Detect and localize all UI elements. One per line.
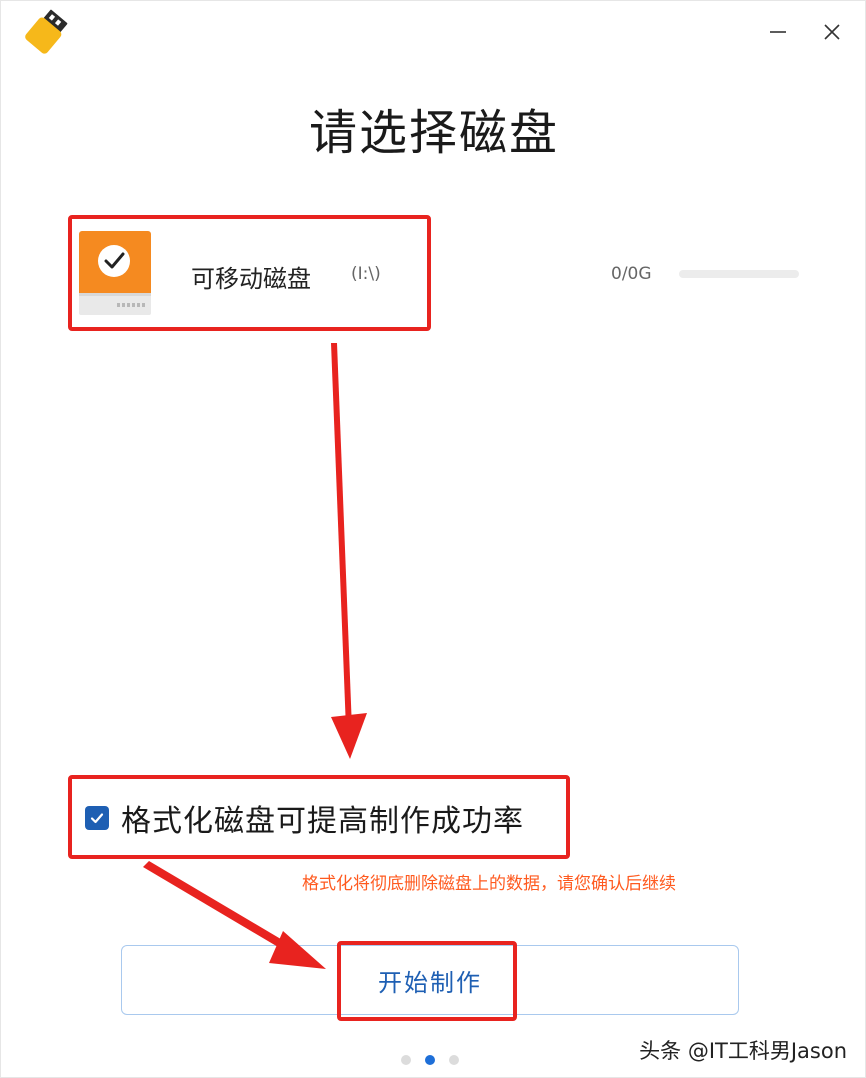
disk-item-removable[interactable]: 可移动磁盘 (I:\) 0/0G xyxy=(71,219,811,325)
start-button-label: 开始制作 xyxy=(378,968,482,997)
title-bar xyxy=(1,1,865,65)
checkmark-icon xyxy=(90,813,104,824)
disk-size: 0/0G xyxy=(611,264,652,284)
usb-drive-checked-icon xyxy=(79,231,151,317)
close-icon xyxy=(824,24,840,40)
page-dot-active[interactable] xyxy=(425,1055,435,1065)
start-button[interactable]: 开始制作 xyxy=(121,945,739,1015)
installer-window: 请选择磁盘 可移动磁盘 (I:\) 0/0G 格式化磁盘可提高制作成功率 格式化… xyxy=(0,0,866,1078)
disk-usage-bar xyxy=(679,270,799,278)
minimize-button[interactable] xyxy=(761,15,795,49)
format-option[interactable]: 格式化磁盘可提高制作成功率 xyxy=(85,793,524,843)
watermark: 头条 @IT工科男Jason xyxy=(639,1039,847,1063)
page-title: 请选择磁盘 xyxy=(308,105,559,161)
page-dot[interactable] xyxy=(449,1055,459,1065)
close-button[interactable] xyxy=(815,15,849,49)
minimize-icon xyxy=(770,31,786,33)
usb-logo-icon xyxy=(23,9,73,57)
format-warning-text: 格式化将彻底删除磁盘上的数据，请您确认后继续 xyxy=(302,874,676,894)
disk-path: (I:\) xyxy=(351,264,381,284)
arrow-down xyxy=(331,343,367,759)
page-indicator xyxy=(401,1055,459,1065)
format-checkbox[interactable] xyxy=(85,806,109,830)
page-dot[interactable] xyxy=(401,1055,411,1065)
disk-name: 可移动磁盘 xyxy=(191,265,311,293)
format-option-label: 格式化磁盘可提高制作成功率 xyxy=(121,804,524,839)
